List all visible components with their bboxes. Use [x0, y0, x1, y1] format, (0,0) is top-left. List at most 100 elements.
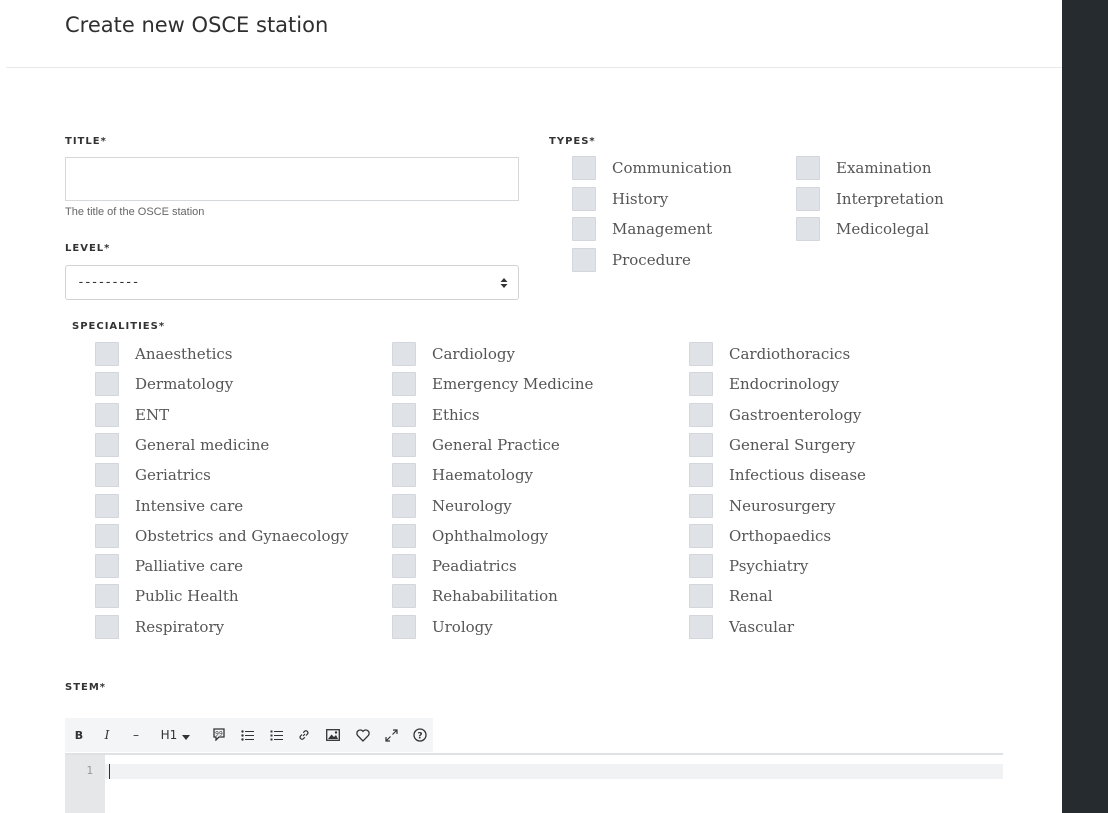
heart-icon	[356, 728, 370, 742]
window-right-strip	[1062, 0, 1108, 813]
level-label: LEVEL*	[65, 243, 111, 254]
specialities-label: SPECIALITIES*	[72, 321, 166, 332]
type-option-label: Examination	[836, 159, 932, 177]
speciality-checkbox[interactable]	[689, 463, 713, 488]
type-checkbox[interactable]	[572, 217, 596, 241]
title-input[interactable]	[65, 157, 519, 201]
heading-icon: H1	[160, 728, 178, 742]
speciality-option-label: Endocrinology	[729, 375, 840, 394]
image-button[interactable]	[324, 723, 342, 747]
speciality-option-label: Geriatrics	[135, 466, 211, 485]
type-checkbox[interactable]	[796, 156, 820, 180]
page-header: Create new OSCE station	[6, 0, 1062, 68]
speciality-checkbox[interactable]	[392, 584, 416, 609]
speciality-checkbox[interactable]	[689, 342, 713, 366]
types-label: TYPES*	[549, 136, 596, 147]
help-button[interactable]: ?	[411, 723, 429, 747]
speciality-checkbox[interactable]	[392, 614, 416, 639]
speciality-checkbox[interactable]	[95, 554, 119, 579]
speciality-option-label: Haematology	[432, 466, 534, 485]
speciality-option-label: Vascular	[729, 617, 795, 636]
speciality-checkbox[interactable]	[689, 432, 713, 457]
speciality-checkbox[interactable]	[95, 614, 119, 639]
type-option-label: Procedure	[612, 250, 691, 269]
speciality-option-label: Public Health	[135, 587, 239, 606]
fullscreen-button[interactable]	[382, 723, 400, 747]
speciality-option-label: Neurosurgery	[729, 496, 836, 515]
italic-icon: I	[104, 728, 110, 742]
page-title: Create new OSCE station	[65, 13, 329, 37]
speciality-checkbox[interactable]	[95, 432, 119, 457]
speciality-checkbox[interactable]	[392, 554, 416, 579]
line-number: 1	[86, 764, 93, 777]
speciality-checkbox[interactable]	[689, 523, 713, 548]
select-arrows-icon	[500, 278, 508, 288]
type-checkbox[interactable]	[796, 186, 820, 211]
speciality-option-label: Psychiatry	[729, 557, 809, 576]
bold-icon: B	[74, 728, 84, 742]
speciality-checkbox[interactable]	[689, 584, 713, 609]
speciality-checkbox[interactable]	[392, 523, 416, 548]
speciality-option-label: Cardiothoracics	[729, 345, 851, 363]
bold-button[interactable]: B	[71, 723, 87, 747]
speciality-checkbox[interactable]	[392, 372, 416, 397]
speciality-checkbox[interactable]	[392, 493, 416, 518]
type-checkbox[interactable]	[572, 186, 596, 211]
speciality-option-label: Palliative care	[135, 557, 244, 576]
speciality-option-label: Orthopaedics	[729, 526, 832, 545]
speciality-option-label: Obstetrics and Gynaecology	[135, 526, 349, 545]
favorite-button[interactable]	[354, 723, 372, 747]
strikethrough-button[interactable]: –	[128, 723, 144, 747]
bullet-list-button[interactable]	[239, 723, 255, 747]
speciality-option-label: Neurology	[432, 496, 512, 515]
speciality-checkbox[interactable]	[95, 342, 119, 366]
type-checkbox[interactable]	[572, 156, 596, 180]
speciality-option-label: Anaesthetics	[135, 345, 233, 363]
numbered-list-icon	[270, 730, 283, 740]
speciality-checkbox[interactable]	[95, 584, 119, 609]
speciality-checkbox[interactable]	[95, 493, 119, 518]
editor-top-border	[65, 753, 1003, 755]
help-icon: ?	[413, 728, 427, 742]
speciality-checkbox[interactable]	[392, 463, 416, 488]
editor-toolbar: B I – H1 99 ?	[65, 718, 433, 752]
strikethrough-icon: –	[133, 728, 139, 742]
speciality-checkbox[interactable]	[689, 372, 713, 397]
form-panel: Create new OSCE station TITLE* The title…	[0, 0, 1062, 813]
heading-button[interactable]: H1	[157, 723, 195, 747]
type-checkbox[interactable]	[796, 217, 820, 241]
speciality-checkbox[interactable]	[95, 372, 119, 397]
link-button[interactable]	[296, 723, 312, 747]
speciality-checkbox[interactable]	[689, 614, 713, 639]
type-option-label: Communication	[612, 159, 732, 177]
speciality-option-label: Renal	[729, 587, 773, 606]
quote-button[interactable]: 99	[210, 722, 228, 746]
type-checkbox[interactable]	[572, 247, 596, 272]
chevron-down-icon	[182, 734, 191, 740]
speciality-option-label: Rehababilitation	[432, 587, 558, 606]
italic-button[interactable]: I	[99, 723, 115, 747]
speciality-checkbox[interactable]	[95, 463, 119, 488]
numbered-list-button[interactable]	[268, 723, 284, 747]
type-option-label: Management	[612, 220, 713, 238]
level-select[interactable]: ---------	[65, 265, 519, 300]
text-cursor	[109, 764, 110, 779]
speciality-option-label: Peadiatrics	[432, 557, 517, 576]
speciality-checkbox[interactable]	[689, 493, 713, 518]
type-option-label: History	[612, 189, 669, 208]
level-selected-value: ---------	[77, 275, 139, 290]
editor-text-area[interactable]	[105, 764, 1003, 779]
speciality-checkbox[interactable]	[689, 554, 713, 579]
speciality-checkbox[interactable]	[689, 402, 713, 427]
type-option-label: Interpretation	[836, 189, 944, 208]
title-label: TITLE*	[65, 136, 107, 147]
speciality-option-label: ENT	[135, 405, 170, 424]
speciality-checkbox[interactable]	[392, 432, 416, 457]
speciality-checkbox[interactable]	[392, 342, 416, 366]
speciality-option-label: Intensive care	[135, 496, 244, 515]
speciality-checkbox[interactable]	[95, 402, 119, 427]
svg-text:?: ?	[417, 732, 422, 742]
link-icon	[299, 730, 309, 740]
speciality-checkbox[interactable]	[392, 402, 416, 427]
speciality-checkbox[interactable]	[95, 523, 119, 548]
